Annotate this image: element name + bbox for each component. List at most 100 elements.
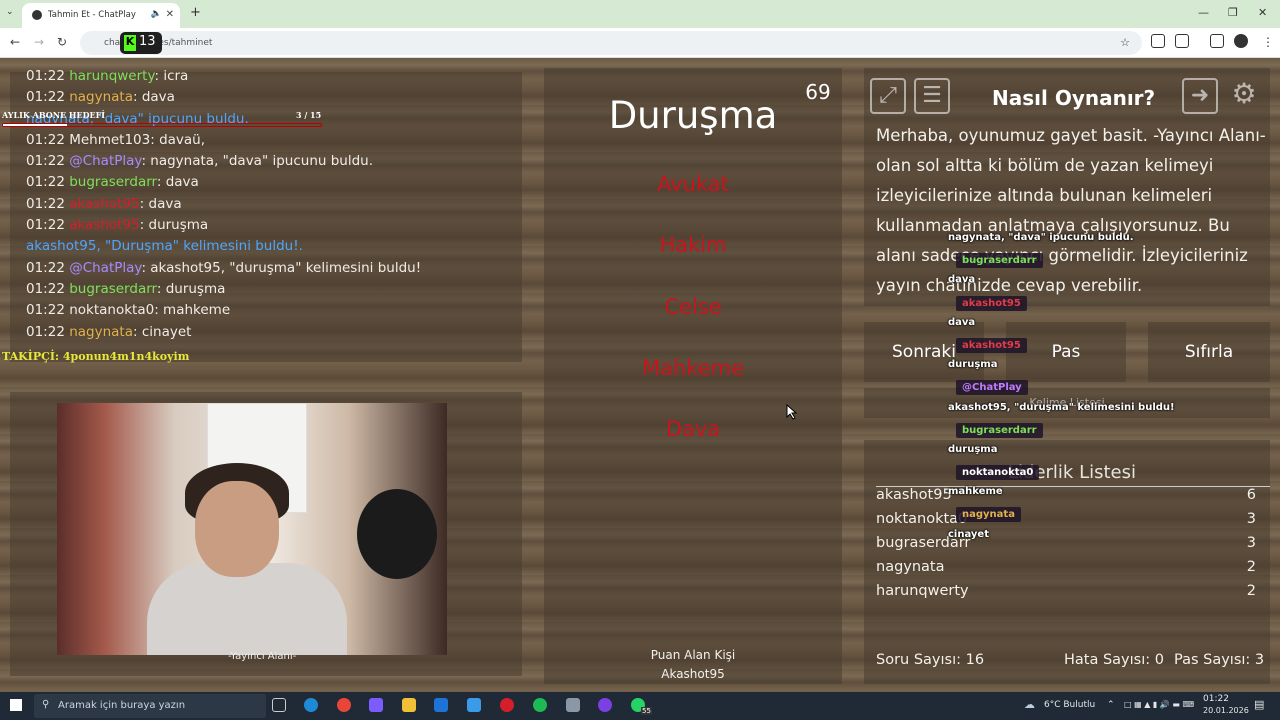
- tab-close-icon[interactable]: ✕: [166, 9, 174, 20]
- chat-separator: :: [133, 323, 142, 340]
- chat-time: 01:22: [26, 174, 65, 191]
- clock-time[interactable]: 01:22: [1203, 694, 1229, 704]
- profile-avatar-icon[interactable]: [1234, 34, 1248, 48]
- settings-gear-icon[interactable]: ⚙: [1226, 78, 1262, 114]
- overlay-text: mahkeme: [948, 486, 1003, 498]
- copilot-icon[interactable]: [369, 698, 383, 712]
- leaderboard-name: nagynata: [876, 559, 945, 575]
- leaderboard-name: akashot95: [876, 487, 952, 503]
- scorer-label: Puan Alan Kişi: [650, 648, 736, 662]
- overlay-text: cinayet: [948, 528, 989, 540]
- edge-icon[interactable]: [304, 698, 318, 712]
- chat-username[interactable]: bugraserdarr: [69, 174, 157, 190]
- overlay-username: bugraserdarr: [956, 422, 1043, 438]
- back-icon[interactable]: ←: [10, 35, 20, 49]
- overlay-text: duruşma: [948, 443, 998, 455]
- chat-message: icra: [163, 68, 189, 84]
- chat-username[interactable]: bugraserdarr: [69, 281, 157, 297]
- overlay-user-tag: bugraserdarr: [948, 422, 1268, 444]
- window-close-icon[interactable]: ✕: [1258, 6, 1267, 19]
- new-tab-icon[interactable]: +: [190, 5, 201, 20]
- kick-logo-icon: K: [124, 35, 136, 51]
- chat-message: dava: [148, 195, 182, 212]
- overlay-text: duruşma: [948, 359, 998, 371]
- leaderboard-row: harunqwerty 2: [876, 583, 1256, 599]
- store-icon[interactable]: [467, 698, 481, 712]
- chat-username[interactable]: @ChatPlay: [69, 153, 141, 169]
- overlay-user-tag: noktanokta0: [948, 465, 1268, 486]
- bookmark-star-icon[interactable]: ☆: [1120, 36, 1130, 49]
- taskbar-search-input[interactable]: ⚲ Aramak için buraya yazın: [34, 694, 266, 718]
- reload-icon[interactable]: ↻: [57, 35, 67, 49]
- chat-username[interactable]: akashot95: [69, 217, 139, 233]
- chat-line: 01:22 harunqwerty: icra: [0, 68, 520, 89]
- overlay-username: noktanokta0: [956, 465, 1040, 481]
- chat-separator: :: [156, 174, 166, 191]
- tray-chevron-icon[interactable]: ⌃: [1107, 700, 1115, 710]
- goal-label: AYLIK ABONE HEDEFİ: [2, 110, 106, 120]
- chat-username[interactable]: @ChatPlay: [69, 260, 141, 276]
- scorer-name: Akashot95: [661, 667, 725, 681]
- weather-icon: ☁: [1024, 698, 1035, 711]
- chat-separator: :: [141, 153, 151, 170]
- restore-icon[interactable]: ❐: [1228, 6, 1238, 19]
- chat-username[interactable]: akashot95: [69, 196, 139, 212]
- task-view-icon[interactable]: [272, 698, 286, 712]
- chat-line: 01:22 @ChatPlay: akashot95, "duruşma" ke…: [0, 260, 520, 281]
- chat-message: dava: [141, 89, 175, 106]
- chat-separator: :: [156, 280, 166, 297]
- spotify-icon[interactable]: [533, 698, 547, 712]
- kick-count: 13: [139, 34, 156, 49]
- chat-time: 01:22: [26, 323, 65, 340]
- extensions-puzzle-icon[interactable]: [1175, 34, 1189, 48]
- media-control-icon[interactable]: [1210, 34, 1224, 48]
- address-bar[interactable]: cha... r/games/tahminet K 13 ☆: [80, 31, 1142, 55]
- chat-message: davaü,: [159, 131, 206, 148]
- overlay-message: dava: [948, 274, 1268, 295]
- chat-time: 01:22: [26, 195, 65, 212]
- chat-message: mahkeme: [163, 302, 231, 319]
- exit-icon[interactable]: ➜: [1182, 78, 1218, 114]
- chat-username[interactable]: Mehmet103: [69, 132, 150, 148]
- windows-taskbar: ⚲ Aramak için buraya yazın 55 ☁ 6°C Bulu…: [0, 692, 1280, 720]
- app-window-icon[interactable]: [566, 698, 580, 712]
- tab-audio-icon[interactable]: 🔈: [151, 9, 162, 19]
- minimize-icon[interactable]: —: [1198, 6, 1209, 19]
- overlay-username: nagynata: [956, 507, 1021, 523]
- extension-icon[interactable]: [1151, 34, 1165, 48]
- app-icon[interactable]: [598, 698, 612, 712]
- browser-tab-bar: ⌄ Tahmin Et - ChatPlay 🔈 ✕ + — ❐ ✕: [0, 0, 1280, 28]
- kick-live-badge: K 13: [120, 32, 162, 54]
- chrome-icon[interactable]: [337, 698, 351, 712]
- subscriber-goal: AYLIK ABONE HEDEFİ 3 / 15: [2, 110, 322, 130]
- browser-menu-icon[interactable]: ⋮: [1262, 35, 1274, 49]
- chat-username[interactable]: harunqwerty: [69, 68, 154, 84]
- taboo-word: Mahkeme: [641, 356, 744, 380]
- notes-icon[interactable]: ☰: [914, 78, 950, 114]
- chat-separator: :: [154, 302, 164, 319]
- chat-username[interactable]: noktanokta0: [69, 302, 154, 318]
- overlay-message: nagynata, "dava" ipucunu buldu.: [948, 232, 1268, 253]
- microphone: [357, 489, 437, 579]
- weather-text[interactable]: 6°C Bulutlu: [1044, 700, 1095, 710]
- chat-username[interactable]: nagynata: [69, 89, 133, 105]
- chat-separator: :: [133, 89, 142, 106]
- chat-username[interactable]: nagynata: [69, 324, 133, 340]
- tab-search-chevron-icon[interactable]: ⌄: [6, 7, 14, 17]
- overlay-user-tag: akashot95: [948, 337, 1268, 359]
- tray-icons[interactable]: □ ▦ ▲ ▮ 🔊 ▬ ⌨: [1124, 700, 1194, 709]
- fullscreen-icon[interactable]: ⤢: [870, 78, 906, 114]
- error-count: Hata Sayısı: 0: [1064, 652, 1164, 668]
- notification-icon[interactable]: ▤: [1254, 698, 1264, 711]
- chat-message: duruşma: [165, 280, 226, 297]
- file-explorer-icon[interactable]: [402, 698, 416, 712]
- forward-icon[interactable]: →: [34, 35, 44, 49]
- chat-message: cinayet: [141, 323, 192, 340]
- clock-date[interactable]: 20.01.2026: [1203, 706, 1249, 715]
- windows-start-icon[interactable]: [10, 699, 22, 711]
- browser-tab[interactable]: Tahmin Et - ChatPlay 🔈 ✕: [22, 3, 180, 28]
- mail-icon[interactable]: [434, 698, 448, 712]
- chat-message: dava: [165, 174, 199, 191]
- chat-separator: :: [139, 217, 149, 234]
- app-icon[interactable]: [500, 698, 514, 712]
